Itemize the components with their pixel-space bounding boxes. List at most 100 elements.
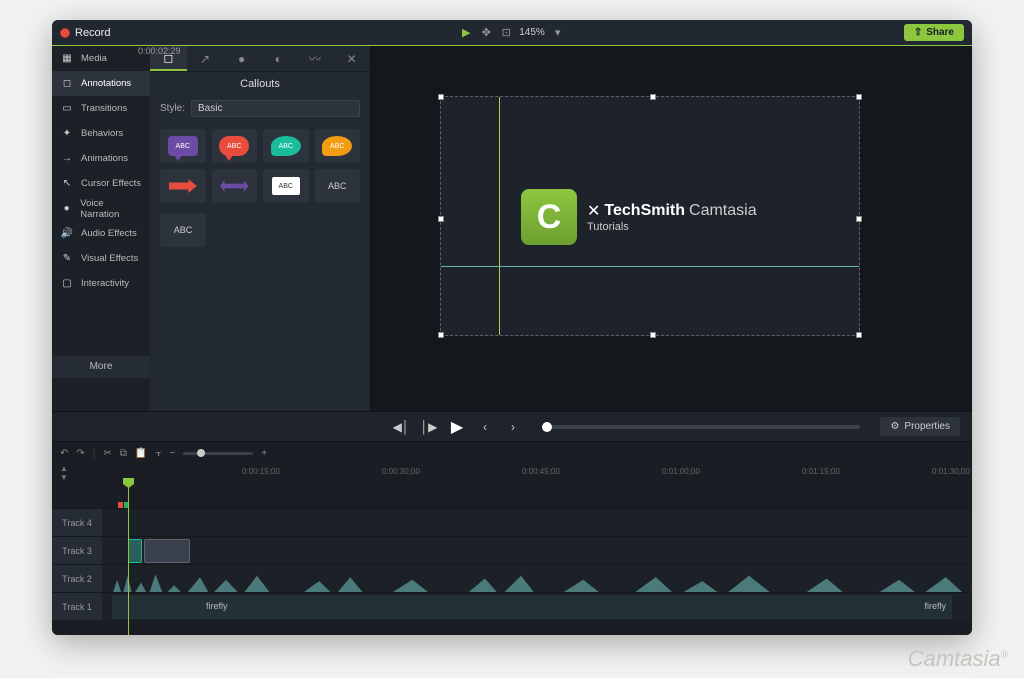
cut-button[interactable]: ✂ [103, 448, 111, 459]
tick: 0:01:30;00 [932, 467, 970, 476]
handle-mr[interactable] [856, 216, 862, 222]
next-button[interactable]: › [504, 420, 522, 434]
share-button[interactable]: ⇧ Share [904, 24, 964, 41]
zoom-knob[interactable] [197, 449, 205, 457]
sidebar-item-audio[interactable]: 🔊Audio Effects [52, 221, 150, 246]
callout-teal[interactable]: ABC [263, 129, 309, 163]
topbar: Record ▶ ✥ ⊡ 145% ▾ ⇧ Share [52, 20, 972, 46]
clip[interactable] [128, 539, 142, 563]
zoom-in-button[interactable]: + [261, 448, 267, 459]
track-1[interactable]: Track 1 firefly firefly [52, 592, 972, 620]
callout-plain[interactable]: ABC [315, 169, 361, 203]
share-label: Share [926, 27, 954, 38]
sidebar-item-transitions[interactable]: ▭Transitions [52, 96, 150, 121]
sidebar-more[interactable]: More [52, 356, 150, 378]
brand-camtasia: Camtasia [689, 202, 757, 220]
track-content[interactable] [102, 537, 972, 564]
track-content[interactable] [102, 565, 972, 592]
timeline-ruler[interactable]: ▲▼ 0:00:15;00 0:00:30;00 0:00:45;00 0:01… [52, 464, 972, 480]
callout-plain2[interactable]: ABC [160, 213, 206, 247]
chevron-down-icon[interactable]: ▾ [551, 26, 565, 40]
handle-bl[interactable] [438, 332, 444, 338]
sidebar-item-animations[interactable]: →Animations [52, 146, 150, 171]
zoom-slider[interactable] [183, 452, 253, 455]
sidebar-item-media[interactable]: ▦Media [52, 46, 150, 71]
timeline-toolbar: ↶ ↷ | ✂ ⧉ 📋 ⫟ − + 0:00:02;29 [52, 442, 972, 464]
style-label: Style: [160, 103, 185, 114]
sidebar-item-behaviors[interactable]: ✦Behaviors [52, 121, 150, 146]
scrubber-knob[interactable] [542, 422, 552, 432]
properties-button[interactable]: ⚙Properties [880, 417, 960, 436]
canvas-frame[interactable]: C ✕ TechSmith Camtasia Tutorials [440, 96, 860, 336]
track-content[interactable]: firefly firefly [102, 593, 972, 620]
behaviors-icon: ✦ [60, 128, 74, 140]
callout-orange[interactable]: ABC [315, 129, 361, 163]
tab-shapes[interactable]: ● [223, 46, 260, 71]
brand-icon: ✕ [587, 201, 600, 221]
undo-button[interactable]: ↶ [60, 448, 68, 459]
playhead[interactable] [128, 480, 129, 635]
redo-button[interactable]: ↷ [76, 448, 84, 459]
sidebar-item-voice[interactable]: ●Voice Narration [52, 196, 150, 221]
callout-white[interactable]: ABC [263, 169, 309, 203]
track-2[interactable]: Track 2 [52, 564, 972, 592]
tab-blur[interactable]: ◐ [260, 46, 297, 71]
handle-bm[interactable] [650, 332, 656, 338]
pointer-icon[interactable]: ▶ [459, 26, 473, 40]
prev-frame-button[interactable]: ◀│ [392, 420, 410, 434]
logo-block[interactable]: C ✕ TechSmith Camtasia Tutorials [521, 189, 757, 245]
tab-sketch[interactable]: 〰 [297, 46, 334, 71]
timeline-time: 0:00:02;29 [138, 46, 181, 56]
callout-arrow-red[interactable] [160, 169, 206, 203]
sidebar-item-visual[interactable]: ✎Visual Effects [52, 246, 150, 271]
split-button[interactable]: ⫟ [155, 448, 161, 459]
callout-extra: ABC [150, 211, 370, 249]
guide-vertical [499, 97, 500, 335]
tab-keystroke[interactable]: ✕ [333, 46, 370, 71]
topbar-center: ▶ ✥ ⊡ 145% ▾ [459, 26, 565, 40]
sidebar-label: Media [81, 53, 107, 64]
hand-icon[interactable]: ✥ [479, 26, 493, 40]
sidebar-label: Interactivity [81, 278, 129, 289]
crop-icon[interactable]: ⊡ [499, 26, 513, 40]
playback-bar: ◀│ │▶ ▶ ‹ › ⚙Properties [52, 411, 972, 441]
handle-tm[interactable] [650, 94, 656, 100]
callout-red[interactable]: ABC [212, 129, 258, 163]
track-3[interactable]: Track 3 [52, 536, 972, 564]
prev-button[interactable]: ‹ [476, 420, 494, 434]
annotations-icon: ◻ [60, 78, 74, 90]
handle-tl[interactable] [438, 94, 444, 100]
sidebar-item-interactivity[interactable]: ▢Interactivity [52, 271, 150, 296]
clip-firefly[interactable]: firefly firefly [112, 595, 952, 619]
paste-button[interactable]: 📋 [135, 448, 147, 459]
record-button[interactable]: Record [60, 27, 110, 39]
tab-arrows[interactable]: ↗ [187, 46, 224, 71]
sidebar-label: Transitions [81, 103, 127, 114]
zoom-level[interactable]: 145% [519, 27, 545, 38]
play-button[interactable]: ▶ [448, 417, 466, 437]
waveform[interactable] [112, 569, 972, 592]
clip[interactable] [144, 539, 190, 563]
next-frame-button[interactable]: │▶ [420, 420, 438, 434]
copy-button[interactable]: ⧉ [120, 448, 127, 459]
callout-arrow-purple[interactable] [212, 169, 258, 203]
handle-tr[interactable] [856, 94, 862, 100]
sidebar-label: Audio Effects [81, 228, 137, 239]
callout-purple[interactable]: ABC [160, 129, 206, 163]
zoom-out-button[interactable]: − [169, 448, 175, 459]
animations-icon: → [60, 153, 74, 165]
track-label: Track 4 [52, 509, 102, 536]
tool-tabs: ◻ ↗ ● ◐ 〰 ✕ [150, 46, 370, 72]
track-content[interactable] [102, 509, 972, 536]
clip-label: firefly [206, 601, 228, 611]
handle-ml[interactable] [438, 216, 444, 222]
sidebar-item-annotations[interactable]: ◻Annotations [52, 71, 150, 96]
app-window: Record ▶ ✥ ⊡ 145% ▾ ⇧ Share ▦Media ◻Anno… [52, 20, 972, 635]
canvas-area[interactable]: C ✕ TechSmith Camtasia Tutorials [370, 46, 972, 411]
handle-br[interactable] [856, 332, 862, 338]
style-select[interactable]: Basic [191, 100, 360, 117]
track-4[interactable]: Track 4 [52, 508, 972, 536]
sidebar-item-cursor[interactable]: ↖Cursor Effects [52, 171, 150, 196]
scrubber[interactable] [542, 425, 860, 429]
brand-techsmith: TechSmith [604, 202, 685, 220]
